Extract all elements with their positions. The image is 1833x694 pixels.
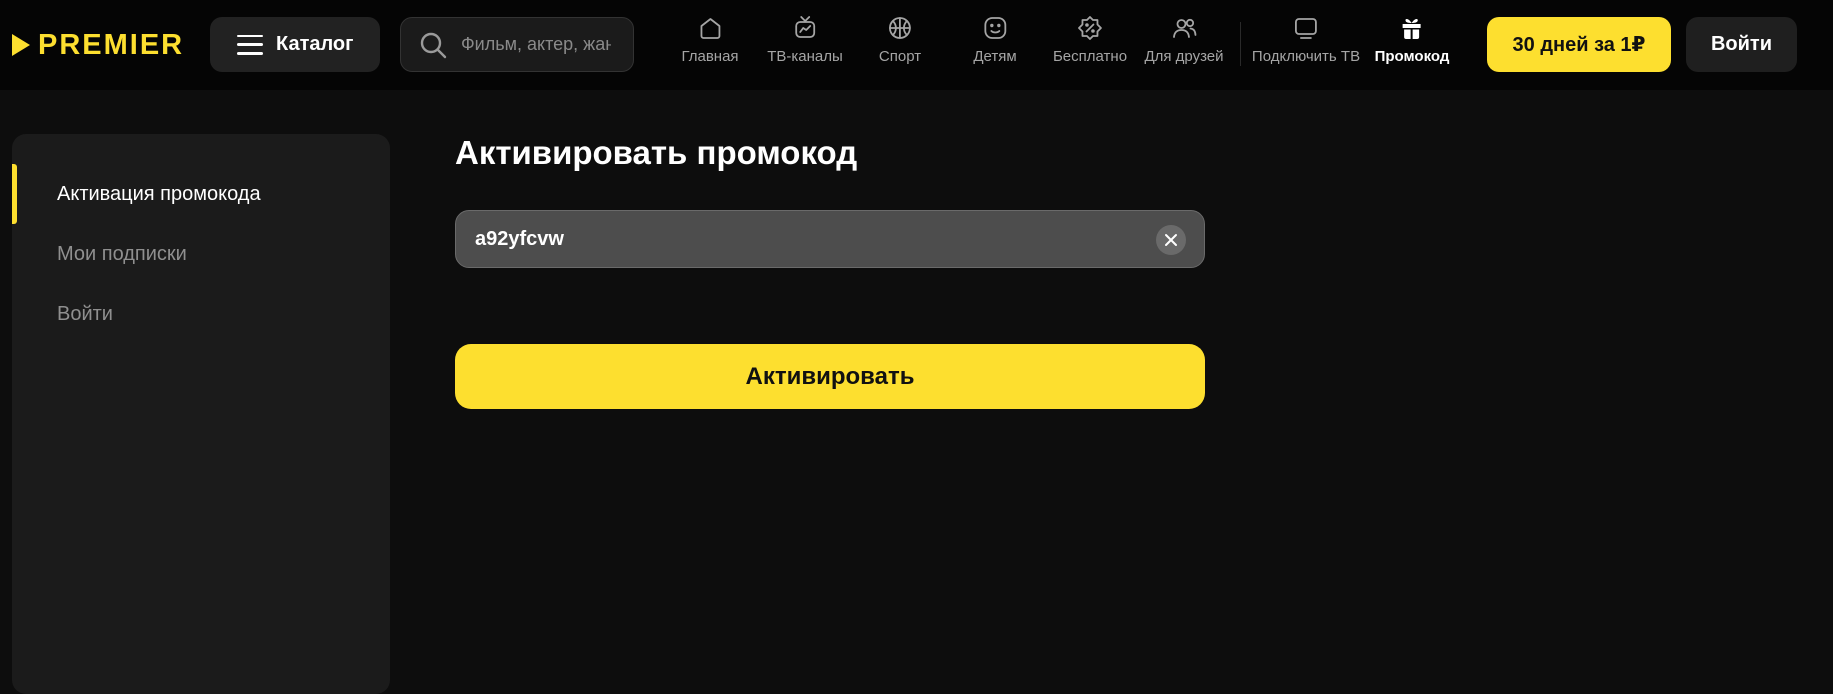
nav-item-free[interactable]: Бесплатно	[1053, 14, 1127, 76]
search-icon	[420, 32, 447, 58]
play-triangle-icon	[12, 34, 30, 56]
home-icon	[696, 14, 724, 42]
nav-label: ТВ-каналы	[767, 48, 843, 65]
search-box[interactable]	[400, 17, 634, 72]
nav-label: Бесплатно	[1052, 48, 1128, 65]
activate-button[interactable]: Активировать	[455, 344, 1205, 409]
nav-item-kids[interactable]: Детям	[973, 14, 1017, 76]
percent-badge-icon	[1076, 14, 1104, 42]
premier-logo[interactable]: PREMIER	[12, 28, 184, 62]
nav-label: Для друзей	[1144, 48, 1224, 65]
nav-label: Главная	[681, 48, 739, 65]
close-icon	[1165, 234, 1177, 246]
page-title: Активировать промокод	[455, 134, 858, 171]
logo-text: PREMIER	[38, 28, 185, 61]
gift-icon	[1398, 14, 1426, 42]
catalog-label: Каталог	[276, 33, 354, 55]
sidebar-item-label: Мои подписки	[57, 242, 187, 265]
tv-channels-icon	[791, 14, 819, 42]
sidebar-item-label: Войти	[57, 302, 113, 325]
nav-divider	[1240, 22, 1241, 66]
account-sidebar: Активация промокода Мои подписки Войти	[12, 134, 390, 694]
nav-label: Промокод	[1374, 48, 1450, 65]
nav-item-promocode[interactable]: Промокод	[1374, 14, 1450, 76]
menu-icon	[237, 34, 263, 55]
promocode-input[interactable]	[475, 227, 1135, 251]
nav-item-connect-tv[interactable]: Подключить ТВ	[1252, 14, 1360, 76]
nav-item-tv-channels[interactable]: ТВ-каналы	[767, 14, 843, 76]
trial-offer-button[interactable]: 30 дней за 1₽	[1487, 17, 1671, 72]
search-input[interactable]	[461, 34, 611, 55]
clear-input-button[interactable]	[1156, 225, 1186, 255]
catalog-button[interactable]: Каталог	[210, 17, 380, 72]
nav-item-friends[interactable]: Для друзей	[1144, 14, 1224, 76]
basketball-icon	[886, 14, 914, 42]
smile-icon	[981, 14, 1009, 42]
sidebar-item-label: Активация промокода	[57, 182, 261, 205]
promocode-field[interactable]	[455, 210, 1205, 268]
nav-label: Детям	[973, 48, 1017, 65]
nav-label: Спорт	[878, 48, 922, 65]
friends-icon	[1170, 14, 1198, 42]
nav-label: Подключить ТВ	[1251, 48, 1361, 65]
sidebar-item-login[interactable]: Войти	[12, 284, 390, 344]
active-indicator	[12, 164, 17, 224]
sidebar-item-my-subscriptions[interactable]: Мои подписки	[12, 224, 390, 284]
sidebar-item-activate-promocode[interactable]: Активация промокода	[12, 164, 390, 224]
nav-item-home[interactable]: Главная	[681, 14, 739, 76]
login-button[interactable]: Войти	[1686, 17, 1797, 72]
monitor-icon	[1292, 14, 1320, 42]
top-header: PREMIER Каталог Главная ТВ-каналы Спорт …	[0, 0, 1833, 90]
nav-item-sport[interactable]: Спорт	[879, 14, 921, 76]
